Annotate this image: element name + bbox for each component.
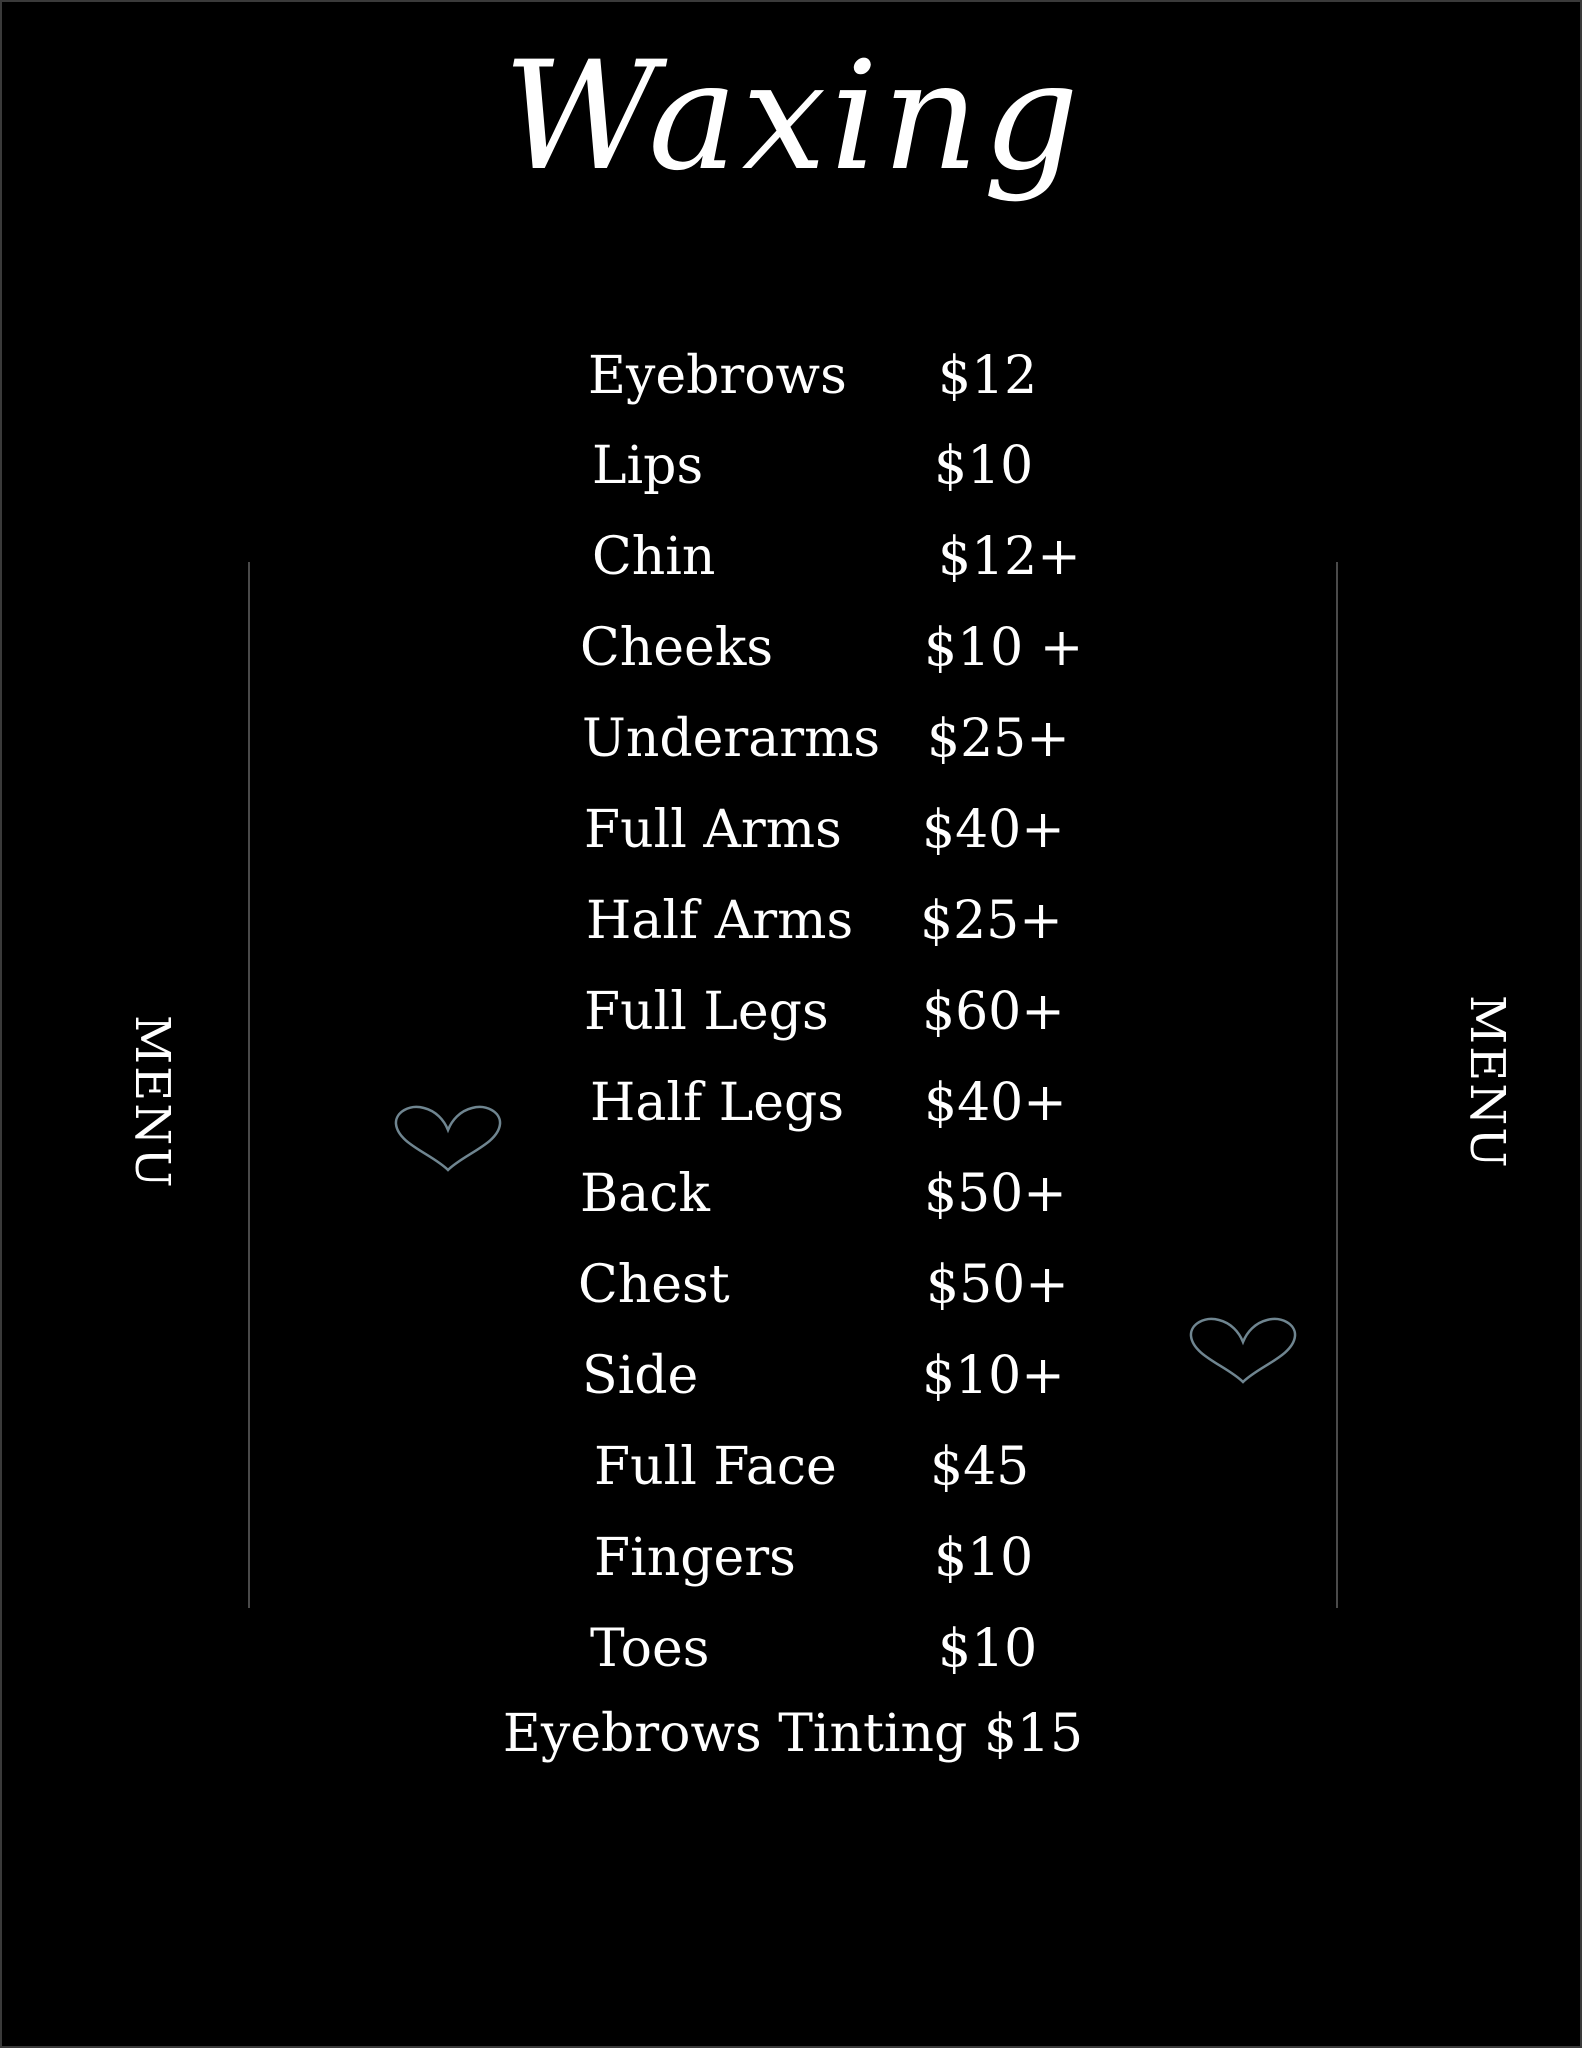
item-name: Back	[580, 1164, 710, 1224]
item-name: Chest	[578, 1255, 730, 1315]
item-price: $25+	[920, 891, 1063, 951]
item-price: $10+	[922, 1346, 1065, 1406]
item-price: $40+	[924, 1073, 1067, 1133]
item-name: Full Face	[594, 1437, 837, 1497]
item-price: $50+	[926, 1255, 1069, 1315]
item-price: $12+	[938, 527, 1081, 587]
item-name: Underarms	[582, 709, 881, 769]
side-label-left: MENU	[124, 1014, 180, 1190]
item-name: Fingers	[594, 1528, 796, 1588]
heart-outline-icon	[1189, 1317, 1297, 1384]
item-name: Cheeks	[580, 618, 774, 678]
left-divider-line	[248, 562, 250, 1608]
item-price: $10	[934, 1528, 1034, 1588]
item-name: Half Legs	[590, 1073, 845, 1133]
item-price: $10 +	[924, 618, 1084, 678]
heart-outline-icon	[394, 1105, 502, 1172]
item-price: $25+	[927, 709, 1070, 769]
item-name: Eyebrows	[588, 346, 847, 406]
page-title: Waxing	[503, 30, 1083, 204]
menu-page: Waxing MENU MENU Eyebrows $12 Lips $10 C…	[0, 0, 1582, 2048]
side-label-right: MENU	[1459, 994, 1515, 1170]
item-price: $12	[938, 346, 1038, 406]
footer-item-tinting: Eyebrows Tinting $15	[502, 1704, 1084, 1764]
item-name: Side	[582, 1346, 699, 1406]
item-price: $40+	[922, 800, 1065, 860]
right-divider-line	[1336, 562, 1338, 1608]
item-name: Full Legs	[584, 982, 829, 1042]
item-price: $45	[930, 1437, 1030, 1497]
item-price: $60+	[922, 982, 1065, 1042]
item-name: Lips	[592, 436, 704, 496]
item-price: $10	[934, 436, 1034, 496]
item-name: Half Arms	[586, 891, 854, 951]
item-name: Full Arms	[584, 800, 842, 860]
item-price: $10	[938, 1619, 1038, 1679]
item-name: Chin	[592, 527, 716, 587]
item-name: Toes	[590, 1619, 710, 1679]
item-price: $50+	[924, 1164, 1067, 1224]
